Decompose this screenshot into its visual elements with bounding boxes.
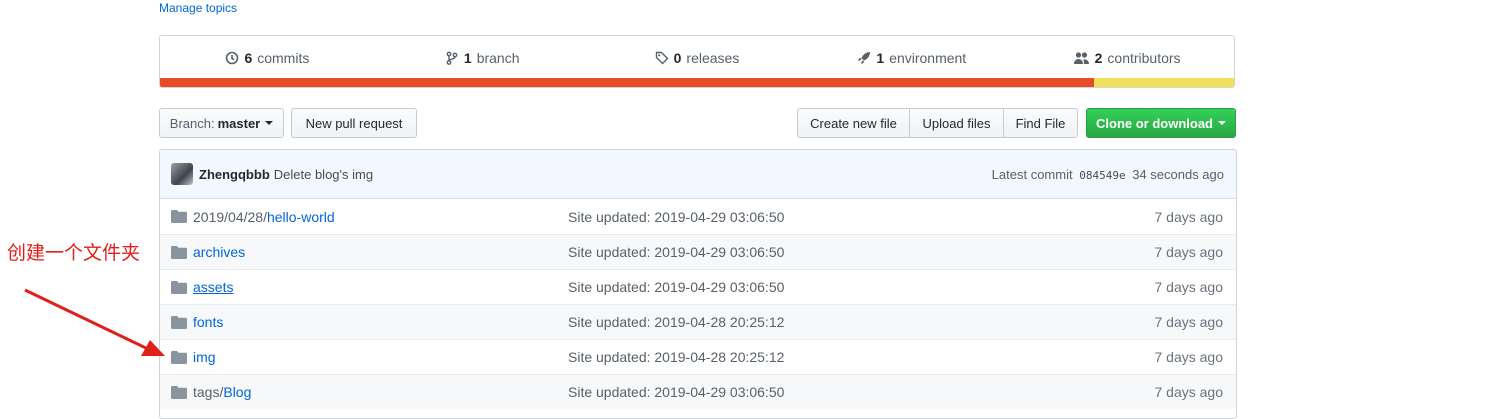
file-link[interactable]: hello-world <box>267 209 335 225</box>
file-age: 7 days ago <box>1154 384 1224 400</box>
releases-count: 0 <box>673 50 682 66</box>
branch-count: 1 <box>463 50 472 66</box>
language-segment[interactable] <box>1094 78 1234 87</box>
file-link[interactable]: Blog <box>223 384 251 400</box>
environment-count: 1 <box>876 50 885 66</box>
latest-commit-label: Latest commit <box>991 166 1073 182</box>
file-link[interactable]: archives <box>193 244 245 260</box>
caret-down-icon <box>1218 121 1226 125</box>
contributors-count: 2 <box>1094 50 1103 66</box>
commits-count: 6 <box>244 50 253 66</box>
file-row[interactable]: tags/Blog Site updated: 2019-04-29 03:06:… <box>160 374 1236 409</box>
commit-message[interactable]: Delete blog's img <box>274 167 373 182</box>
commits-label: commits <box>257 50 310 66</box>
branch-prefix: Branch: <box>169 115 215 131</box>
file-age: 7 days ago <box>1154 208 1224 225</box>
file-link[interactable]: img <box>193 349 216 365</box>
create-new-file-button[interactable]: Create new file <box>797 108 910 138</box>
folder-icon <box>171 315 187 329</box>
contributors-label: contributors <box>1107 50 1181 66</box>
clone-or-download-button[interactable]: Clone or download <box>1086 108 1236 138</box>
file-commit-message[interactable]: Site updated: 2019-04-28 20:25:12 <box>568 349 968 365</box>
file-age: 7 days ago <box>1154 349 1224 365</box>
file-name: fonts <box>193 314 568 330</box>
branch-select-button[interactable]: Branch: master <box>159 108 284 138</box>
file-commit-message[interactable]: Site updated: 2019-04-29 03:06:50 <box>568 279 968 295</box>
commits-link[interactable]: 6 commits <box>160 50 375 66</box>
history-icon <box>226 51 239 65</box>
file-name: 2019/04/28/hello-world <box>193 209 568 225</box>
file-commit-message[interactable]: Site updated: 2019-04-29 03:06:50 <box>568 384 968 400</box>
file-link[interactable]: assets <box>193 279 233 295</box>
caret-down-icon <box>265 121 274 125</box>
folder-icon <box>171 280 187 294</box>
file-row[interactable]: fonts Site updated: 2019-04-28 20:25:12 7 … <box>160 304 1236 339</box>
file-row[interactable]: assets Site updated: 2019-04-29 03:06:50 7… <box>160 269 1236 304</box>
avatar[interactable] <box>171 163 193 185</box>
upload-files-button[interactable]: Upload files <box>909 108 1004 138</box>
releases-label: releases <box>686 50 740 66</box>
file-row[interactable]: 2019/04/28/hello-world Site updated: 2019… <box>160 199 1236 234</box>
branch-link[interactable]: 1 branch <box>375 50 590 66</box>
rocket-icon <box>858 52 871 64</box>
latest-commit: Latest commit 084549e 34 seconds ago <box>992 167 1224 182</box>
commit-sha[interactable]: 084549e <box>1079 169 1125 182</box>
contributors-link[interactable]: 2 contributors <box>1019 50 1234 66</box>
people-icon <box>1073 52 1089 64</box>
file-name: img <box>193 349 568 365</box>
commit-tease: Zhengqbbb Delete blog's img Latest commi… <box>160 150 1236 199</box>
file-name: assets <box>193 279 568 295</box>
file-age: 7 days ago <box>1154 314 1224 330</box>
file-path-prefix: 2019/04/28/ <box>193 208 267 225</box>
branch-label: branch <box>476 50 520 66</box>
file-row[interactable]: archives Site updated: 2019-04-29 03:06:5… <box>160 234 1236 269</box>
file-commit-message[interactable]: Site updated: 2019-04-29 03:06:50 <box>568 209 968 225</box>
file-age: 7 days ago <box>1154 244 1224 260</box>
tag-icon <box>655 51 669 65</box>
folder-icon <box>171 350 187 364</box>
file-commit-message[interactable]: Site updated: 2019-04-29 03:06:50 <box>568 244 968 260</box>
releases-link[interactable]: 0 releases <box>590 50 805 66</box>
folder-icon <box>171 385 187 399</box>
file-age: 7 days ago <box>1154 279 1224 295</box>
find-file-button[interactable]: Find File <box>1003 108 1078 138</box>
environment-link[interactable]: 1 environment <box>804 50 1019 66</box>
new-pull-request-button[interactable]: New pull request <box>291 108 417 138</box>
language-bar[interactable] <box>160 78 1234 87</box>
language-segment[interactable] <box>160 78 1095 87</box>
file-row[interactable]: img Site updated: 2019-04-28 20:25:12 7 da… <box>160 339 1236 374</box>
folder-icon <box>171 210 187 223</box>
file-name: tags/Blog <box>193 384 568 400</box>
file-path-prefix: tags/ <box>193 384 224 400</box>
manage-topics-link[interactable]: Manage topics <box>159 1 237 15</box>
commit-time: 34 seconds ago <box>1132 166 1224 182</box>
branch-name: master <box>217 115 261 131</box>
file-commit-message[interactable]: Site updated: 2019-04-28 20:25:12 <box>568 314 968 330</box>
environment-label: environment <box>889 50 967 66</box>
file-link[interactable]: fonts <box>193 314 223 330</box>
annotation-text: 创建一个文件夹 <box>7 242 141 264</box>
commit-author[interactable]: Zhengqbbb <box>199 167 270 182</box>
folder-icon <box>171 245 187 259</box>
file-name: archives <box>193 244 568 260</box>
numbers-summary: 6 commits 1 branch 0 releases 1 environm… <box>159 35 1235 88</box>
file-list: Zhengqbbb Delete blog's img Latest commi… <box>159 149 1237 419</box>
file-actions-group: Create new file Upload files Find File <box>797 108 1078 138</box>
clone-or-download-label: Clone or download <box>1096 115 1213 131</box>
git-branch-icon <box>446 51 458 65</box>
